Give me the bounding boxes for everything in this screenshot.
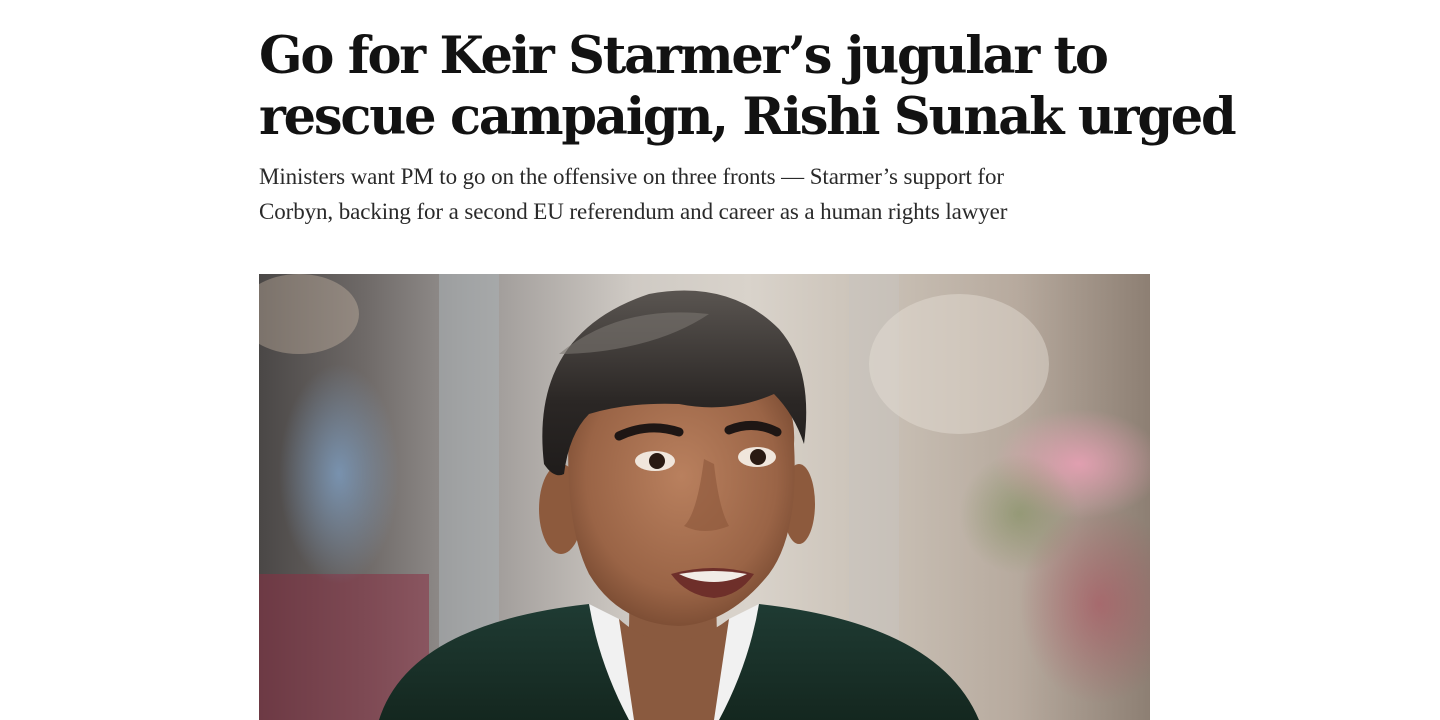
article-page: Go for Keir Starmer’s jugular to rescue …: [0, 0, 1440, 720]
standfirst-line-1: Ministers want PM to go on the offensive…: [259, 164, 1004, 189]
headline-line-1: Go for Keir Starmer’s jugular to: [259, 26, 1109, 86]
standfirst-line-2: Corbyn, backing for a second EU referend…: [259, 199, 1008, 224]
article-header: Go for Keir Starmer’s jugular to rescue …: [259, 0, 1237, 229]
headline-line-2: rescue campaign, Rishi Sunak urged: [259, 87, 1237, 147]
portrait-illustration: [259, 274, 1150, 720]
article-headline: Go for Keir Starmer’s jugular to rescue …: [259, 0, 1237, 148]
hero-image: [259, 274, 1150, 720]
article-standfirst: Ministers want PM to go on the offensive…: [259, 159, 1150, 229]
